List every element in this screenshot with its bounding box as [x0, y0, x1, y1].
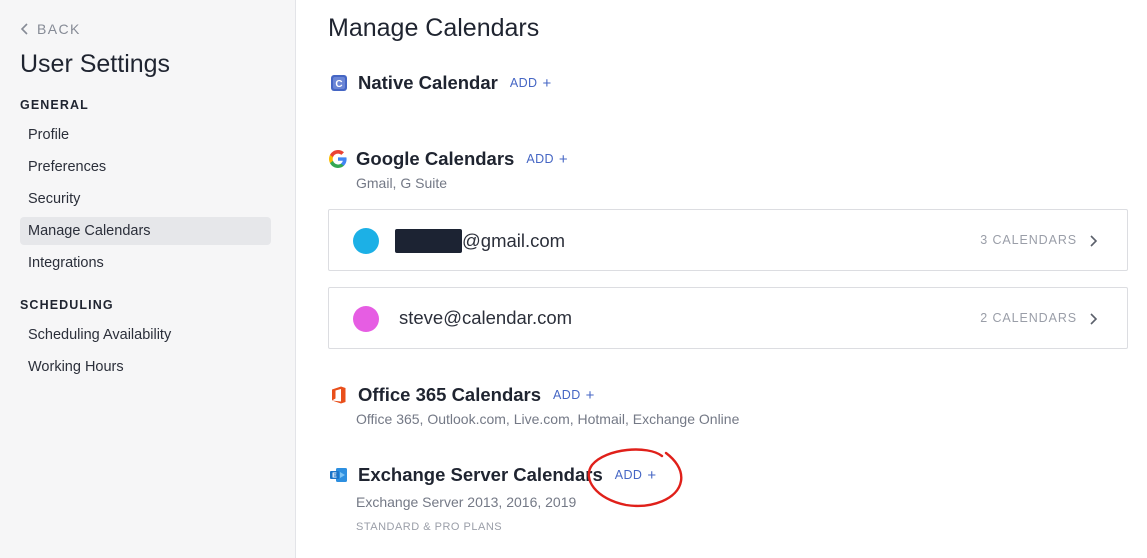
add-google-calendar-button[interactable]: ADD + [526, 152, 568, 167]
google-calendars-subtitle: Gmail, G Suite [356, 175, 448, 191]
redacted-block [395, 229, 462, 253]
native-calendar-name: Native Calendar [358, 72, 498, 93]
exchange-calendars-name: Exchange Server Calendars [358, 464, 603, 485]
account-color-dot [353, 306, 379, 332]
account-email-domain: @gmail.com [462, 230, 566, 251]
google-account-card[interactable]: @gmail.com 3 CALENDARS [328, 209, 1128, 271]
google-account-card[interactable]: steve@calendar.com 2 CALENDARS [328, 287, 1128, 349]
account-email: steve@calendar.com [399, 307, 573, 328]
plus-icon: + [558, 150, 569, 168]
plus-icon: + [542, 74, 552, 92]
add-label: ADD [526, 152, 554, 166]
google-icon [328, 149, 348, 169]
back-button[interactable]: BACK [20, 21, 81, 37]
exchange-calendars-header: E Exchange Server Calendars ADD + [330, 464, 657, 486]
section-label-general: GENERAL [20, 98, 89, 112]
native-calendar-header: C Native Calendar ADD + [330, 72, 552, 94]
native-calendar-icon: C [330, 74, 348, 92]
google-calendars-header: Google Calendars ADD + [328, 148, 568, 170]
add-office365-calendar-button[interactable]: ADD + [553, 388, 595, 403]
add-label: ADD [614, 468, 643, 482]
settings-sidebar: BACK User Settings GENERAL Profile Prefe… [0, 0, 296, 558]
sidebar-item-scheduling-availability[interactable]: Scheduling Availability [20, 321, 271, 349]
sidebar-item-preferences[interactable]: Preferences [20, 153, 271, 181]
sidebar-item-profile[interactable]: Profile [20, 121, 271, 149]
office-365-icon [330, 386, 348, 404]
sidebar-item-working-hours[interactable]: Working Hours [20, 353, 271, 381]
exchange-plan-note: STANDARD & PRO PLANS [356, 521, 503, 533]
add-native-calendar-button[interactable]: ADD + [510, 76, 552, 91]
office365-calendars-subtitle: Office 365, Outlook.com, Live.com, Hotma… [356, 411, 740, 427]
chevron-right-icon [1090, 313, 1098, 325]
back-label: BACK [37, 21, 81, 37]
chevron-right-icon [1090, 235, 1098, 247]
account-email: @gmail.com [395, 229, 565, 253]
chevron-left-icon [20, 23, 28, 35]
svg-text:C: C [335, 79, 342, 90]
add-exchange-calendar-button[interactable]: ADD + [615, 468, 657, 483]
sidebar-item-manage-calendars[interactable]: Manage Calendars [20, 217, 271, 245]
sidebar-title: User Settings [20, 50, 171, 78]
add-label: ADD [509, 76, 538, 90]
add-label: ADD [553, 388, 581, 402]
section-label-scheduling: SCHEDULING [20, 298, 114, 312]
plus-icon: + [585, 386, 595, 404]
office365-calendars-header: Office 365 Calendars ADD + [330, 384, 595, 406]
sidebar-item-security[interactable]: Security [20, 185, 271, 213]
sidebar-item-integrations[interactable]: Integrations [20, 249, 271, 277]
google-calendars-name: Google Calendars [356, 148, 515, 169]
svg-text:E: E [332, 473, 337, 480]
exchange-icon: E [330, 466, 348, 484]
exchange-calendars-subtitle: Exchange Server 2013, 2016, 2019 [356, 494, 577, 510]
office365-calendars-name: Office 365 Calendars [358, 384, 542, 405]
page-title: Manage Calendars [328, 14, 540, 42]
account-calendar-count: 3 CALENDARS [980, 233, 1077, 247]
account-color-dot [353, 228, 379, 254]
plus-icon: + [647, 466, 657, 484]
account-calendar-count: 2 CALENDARS [980, 311, 1077, 325]
